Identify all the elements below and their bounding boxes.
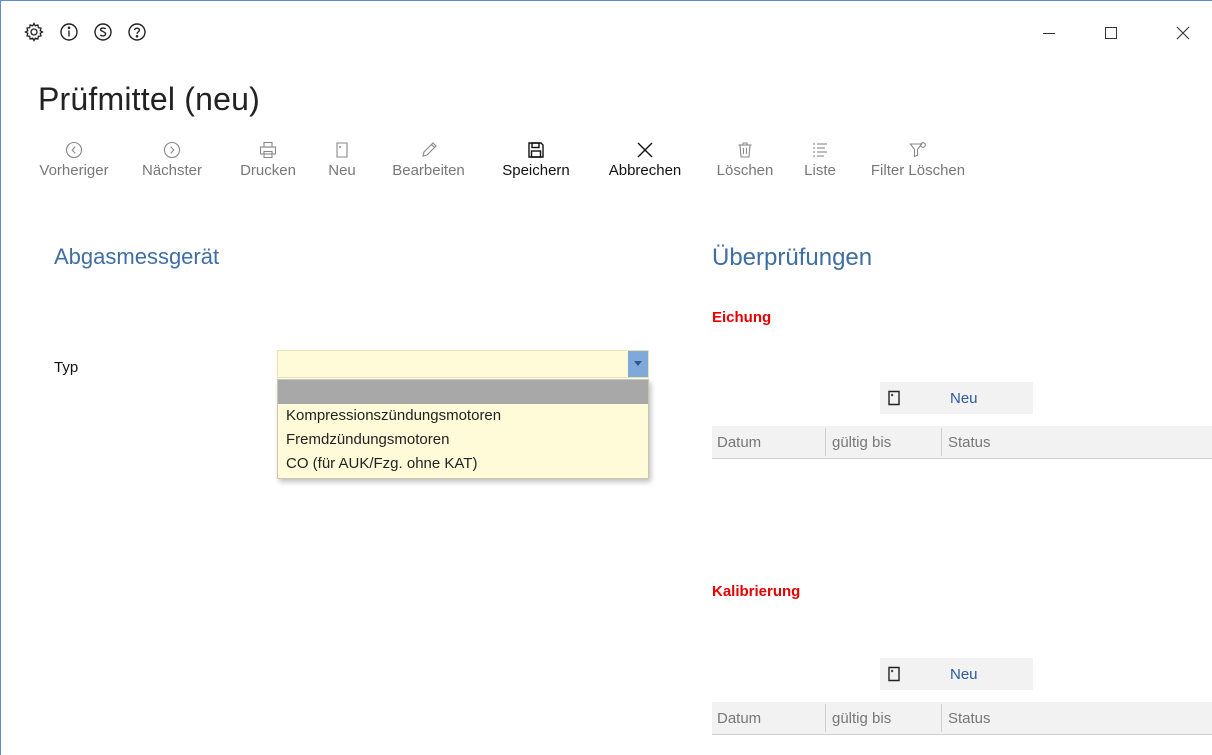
save-button[interactable]: Speichern: [491, 139, 581, 185]
typ-dropdown-list: Kompressionszündungsmotoren Fremdzündung…: [277, 379, 649, 479]
close-icon: [1176, 26, 1190, 40]
dropdown-option[interactable]: CO (für AUK/Fzg. ohne KAT): [278, 452, 648, 476]
new-button[interactable]: Neu: [322, 139, 362, 185]
section-title-abgasmessgeraet: Abgasmessgerät: [54, 244, 220, 269]
column-header-status[interactable]: Status: [942, 702, 1142, 734]
close-button[interactable]: [1163, 19, 1203, 47]
save-icon: [527, 139, 545, 161]
column-header-gueltig-bis[interactable]: gültig bis: [826, 702, 941, 734]
section-title-ueberpruefungen: Überprüfungen: [712, 244, 873, 271]
eichung-grid-header: Datum gültig bis Status: [712, 426, 1212, 459]
column-header-datum[interactable]: Datum: [712, 426, 825, 458]
previous-button[interactable]: Vorheriger: [32, 139, 116, 185]
new-document-icon: [884, 388, 904, 408]
page-title: Prüfmittel (neu): [38, 81, 260, 117]
gear-icon[interactable]: [23, 21, 45, 43]
list-icon: [811, 139, 829, 161]
kalibrierung-new-button[interactable]: Neu: [880, 658, 1033, 690]
printer-icon: [259, 139, 277, 161]
column-header-datum[interactable]: Datum: [712, 702, 825, 734]
next-button[interactable]: Nächster: [132, 139, 212, 185]
eichung-new-button[interactable]: Neu: [880, 382, 1033, 414]
dropdown-toggle[interactable]: [628, 351, 648, 377]
chevron-down-icon: [634, 361, 642, 366]
eichung-title: Eichung: [712, 309, 772, 326]
pencil-icon: [420, 139, 438, 161]
print-button[interactable]: Drucken: [231, 139, 305, 185]
list-button[interactable]: Liste: [798, 139, 842, 185]
s-circle-icon[interactable]: [92, 21, 114, 43]
new-document-icon: [884, 664, 904, 684]
dropdown-option[interactable]: Kompressionszündungsmotoren: [278, 404, 648, 428]
info-icon[interactable]: [58, 21, 80, 43]
dropdown-option[interactable]: Fremdzündungsmotoren: [278, 428, 648, 452]
delete-button[interactable]: Löschen: [709, 139, 781, 185]
close-icon: [636, 139, 654, 161]
kalibrierung-title: Kalibrierung: [712, 583, 801, 600]
filter-clear-icon: [909, 139, 927, 161]
typ-combobox[interactable]: [277, 350, 649, 378]
maximize-icon: [1105, 27, 1117, 39]
help-icon[interactable]: [126, 21, 148, 43]
typ-label: Typ: [54, 359, 79, 376]
minimize-button[interactable]: [1029, 19, 1069, 47]
new-document-icon: [333, 139, 351, 161]
clear-filter-button[interactable]: Filter Löschen: [859, 139, 977, 185]
edit-button[interactable]: Bearbeiten: [380, 139, 477, 185]
title-bar: [1, 1, 1212, 67]
minimize-icon: [1043, 33, 1055, 34]
column-header-gueltig-bis[interactable]: gültig bis: [826, 426, 941, 458]
kalibrierung-grid-header: Datum gültig bis Status: [712, 702, 1212, 735]
cancel-button[interactable]: Abbrechen: [597, 139, 693, 185]
column-header-status[interactable]: Status: [942, 426, 1142, 458]
chevron-right-circle-icon: [163, 139, 181, 161]
dropdown-option-empty[interactable]: [278, 380, 648, 404]
trash-icon: [736, 139, 754, 161]
app-window: Prüfmittel (neu) Vorheriger Nächster Dru…: [0, 0, 1212, 755]
chevron-left-circle-icon: [65, 139, 83, 161]
maximize-button[interactable]: [1091, 19, 1131, 47]
